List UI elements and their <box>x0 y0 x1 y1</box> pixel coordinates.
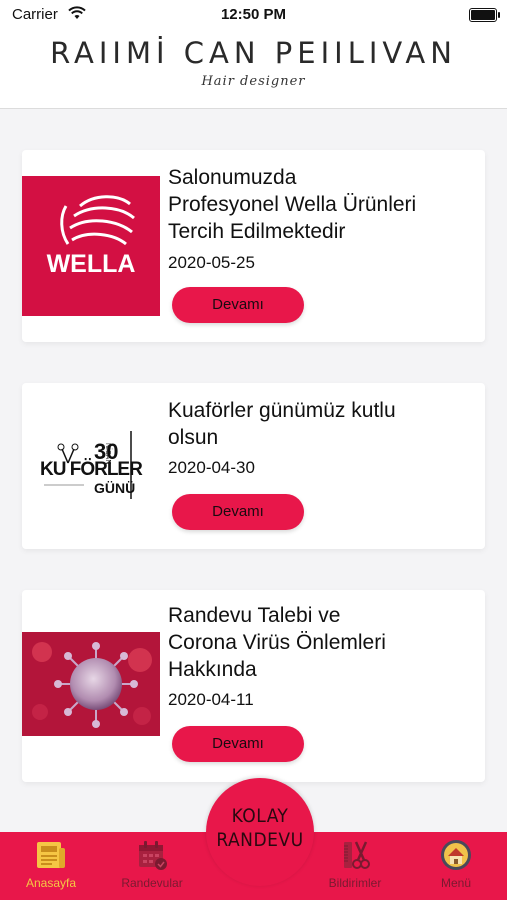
tab-randevular[interactable]: Randevular <box>107 838 197 890</box>
app-header: RAIIMİ CAN PEIILIVAN Hair designer <box>0 30 507 109</box>
tab-label: Menü <box>440 876 472 890</box>
quick-appointment-button[interactable]: KOLAY RANDEVU <box>206 778 314 886</box>
tab-label: Anasayfa <box>25 876 77 890</box>
calendar-icon <box>139 841 167 870</box>
wella-logo-image: WELLA <box>22 176 160 316</box>
post-card[interactable]: 30 NİSAN KU FÖRLER GÜNÜ Kuaförler günümü… <box>22 383 485 549</box>
home-icon <box>441 840 471 870</box>
read-more-button[interactable]: Devamı <box>172 726 304 762</box>
post-date: 2020-05-25 <box>168 253 255 272</box>
brand-logo-text: RAIIMİ CAN PEIILIVAN <box>50 36 457 70</box>
post-date: 2020-04-11 <box>168 690 254 709</box>
tab-anasayfa[interactable]: Anasayfa <box>6 838 96 890</box>
wella-brand-text: WELLA <box>47 250 136 278</box>
coronavirus-image <box>22 632 160 736</box>
tab-bildirimler[interactable]: Bildirimler <box>310 838 400 890</box>
post-date: 2020-04-30 <box>168 458 255 477</box>
kuaforler-gunu-image: 30 NİSAN KU FÖRLER GÜNÜ <box>22 423 160 509</box>
tab-label: Bildirimler <box>328 876 382 890</box>
tab-label: Randevular <box>121 876 183 890</box>
post-title: Randevu Talebi ve Corona Virüs Önlemleri… <box>168 604 386 681</box>
read-more-button[interactable]: Devamı <box>172 494 304 530</box>
fab-label: KOLAY RANDEVU <box>216 805 304 851</box>
svg-text:GÜNÜ: GÜNÜ <box>94 480 135 496</box>
scissors-comb-icon <box>344 841 370 869</box>
svg-text:KU FÖRLER: KU FÖRLER <box>40 459 143 480</box>
tab-menu[interactable]: Menü <box>411 838 501 890</box>
newspaper-icon <box>37 842 65 868</box>
brand-tagline: Hair designer <box>201 74 306 89</box>
post-card[interactable]: WELLA Salonumuzda Profesyonel Wella Ürün… <box>22 150 485 342</box>
status-time: 12:50 PM <box>220 6 287 23</box>
post-title: Kuaförler günümüz kutlu olsun <box>168 399 396 449</box>
post-title: Salonumuzda Profesyonel Wella Ürünleri T… <box>168 166 417 243</box>
status-bar: Carrier 12:50 PM <box>0 0 507 30</box>
battery-icon <box>469 8 500 22</box>
post-card[interactable]: Randevu Talebi ve Corona Virüs Önlemleri… <box>22 590 485 782</box>
read-more-button[interactable]: Devamı <box>172 287 304 323</box>
